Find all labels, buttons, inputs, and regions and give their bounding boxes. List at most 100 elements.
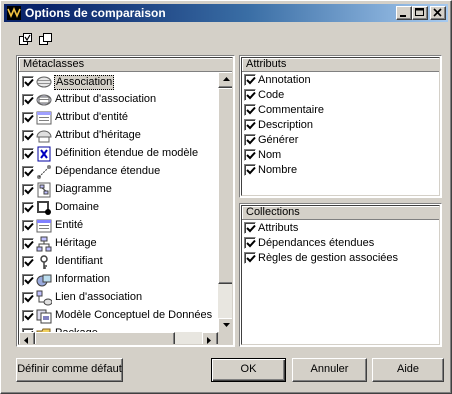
metaclass-checkbox[interactable] xyxy=(22,220,34,232)
deselect-all-icon[interactable] xyxy=(39,33,53,47)
metaclasses-hscrollbar[interactable] xyxy=(19,332,218,344)
metaclass-checkbox[interactable] xyxy=(22,274,34,286)
metaclass-checkbox[interactable] xyxy=(22,184,34,196)
scroll-right-button[interactable] xyxy=(202,332,218,344)
hscroll-thumb[interactable] xyxy=(35,332,175,344)
metaclass-label: Lien d'association xyxy=(55,291,143,303)
metaclass-label: Attribut d'entité xyxy=(55,111,129,123)
check-icon xyxy=(24,150,34,159)
check-icon xyxy=(24,222,34,231)
metaclass-checkbox[interactable] xyxy=(22,94,34,106)
attribute-checkbox[interactable] xyxy=(244,89,256,101)
metaclass-checkbox[interactable] xyxy=(22,130,34,142)
collections-header: Collections xyxy=(242,206,439,220)
scroll-corner xyxy=(218,332,232,344)
dialog-window: Options de comparaison Métaclasses Assoc… xyxy=(0,0,452,394)
metaclass-checkbox[interactable] xyxy=(22,310,34,322)
metaclass-checkbox[interactable] xyxy=(22,76,34,88)
metaclass-checkbox[interactable] xyxy=(22,256,34,268)
association-icon xyxy=(36,76,52,88)
attribute-checkbox[interactable] xyxy=(244,164,256,176)
check-icon xyxy=(24,312,34,321)
attribute-checkbox[interactable] xyxy=(244,74,256,86)
identifier-icon xyxy=(40,255,48,269)
metaclass-label: Information xyxy=(55,273,111,285)
attribute-label: Description xyxy=(258,119,314,131)
inheritance-attribute-icon xyxy=(36,130,52,143)
association-link-icon xyxy=(36,290,52,306)
check-icon xyxy=(24,168,34,177)
attributes-header: Attributs xyxy=(242,58,439,72)
attribute-label: Code xyxy=(258,89,285,101)
check-icon xyxy=(246,136,256,145)
collection-checkbox[interactable] xyxy=(244,222,256,234)
minimize-button[interactable] xyxy=(396,6,412,20)
metaclass-label: Modèle Conceptuel de Données xyxy=(55,309,213,321)
extended-model-definition-icon xyxy=(37,146,51,162)
domain-icon xyxy=(37,201,51,215)
arrow-down-icon xyxy=(223,323,230,327)
arrow-right-icon xyxy=(207,337,211,344)
check-icon xyxy=(24,132,34,141)
check-icon xyxy=(246,151,256,160)
maximize-icon xyxy=(415,8,424,16)
metaclass-checkbox[interactable] xyxy=(22,112,34,124)
metaclass-checkbox[interactable] xyxy=(22,166,34,178)
scroll-thumb[interactable] xyxy=(218,88,232,284)
metaclass-checkbox[interactable] xyxy=(22,292,34,304)
check-icon xyxy=(246,166,256,175)
metaclass-label: Définition étendue de modèle xyxy=(55,147,199,159)
conceptual-data-model-icon xyxy=(36,309,52,324)
arrow-up-icon xyxy=(223,77,230,81)
metaclass-checkbox[interactable] xyxy=(22,148,34,160)
inheritance-icon xyxy=(36,236,52,252)
information-icon xyxy=(36,274,52,287)
attribute-label: Nom xyxy=(258,149,282,161)
entity-icon xyxy=(36,219,52,233)
close-button[interactable] xyxy=(430,6,446,20)
collection-label: Dépendances étendues xyxy=(258,237,375,249)
metaclass-label: Identifiant xyxy=(55,255,103,267)
association-attribute-icon xyxy=(36,94,52,106)
metaclass-checkbox[interactable] xyxy=(22,202,34,214)
check-icon xyxy=(24,204,34,213)
check-icon xyxy=(246,76,256,85)
check-icon xyxy=(24,276,34,285)
help-button[interactable]: Aide xyxy=(372,358,444,382)
check-icon xyxy=(24,258,34,267)
select-all-icon[interactable] xyxy=(19,33,33,47)
check-icon xyxy=(246,239,256,248)
metaclass-label: Entité xyxy=(55,219,84,231)
check-icon xyxy=(24,240,34,249)
collection-label: Règles de gestion associées xyxy=(258,252,399,264)
check-icon xyxy=(24,114,34,123)
metaclass-label: Attribut d'héritage xyxy=(55,129,141,141)
scroll-up-button[interactable] xyxy=(218,72,232,88)
metaclass-checkbox[interactable] xyxy=(22,238,34,250)
close-icon xyxy=(433,8,442,17)
window-title: Options de comparaison xyxy=(25,6,166,20)
arrow-left-icon xyxy=(24,337,28,344)
app-icon xyxy=(7,6,21,20)
collection-checkbox[interactable] xyxy=(244,252,256,264)
metaclass-label: Diagramme xyxy=(55,183,112,195)
cancel-button[interactable]: Annuler xyxy=(292,358,367,382)
attribute-checkbox[interactable] xyxy=(244,119,256,131)
collection-checkbox[interactable] xyxy=(244,237,256,249)
check-icon xyxy=(24,186,34,195)
diagram-icon xyxy=(37,182,51,198)
check-icon xyxy=(24,96,34,105)
ok-button[interactable]: OK xyxy=(211,358,286,382)
check-icon xyxy=(246,91,256,100)
scroll-left-button[interactable] xyxy=(19,332,35,344)
collection-label: Attributs xyxy=(258,222,299,234)
entity-attribute-icon xyxy=(36,111,52,125)
set-default-button[interactable]: Définir comme défaut xyxy=(16,358,123,382)
attribute-checkbox[interactable] xyxy=(244,104,256,116)
title-bar[interactable]: Options de comparaison xyxy=(4,4,448,22)
attribute-checkbox[interactable] xyxy=(244,149,256,161)
attributes-panel: Attributs Annotation Code Commentaire Descr… xyxy=(239,55,442,198)
metaclasses-vscrollbar[interactable] xyxy=(218,72,232,334)
maximize-button[interactable] xyxy=(412,6,428,20)
attribute-checkbox[interactable] xyxy=(244,134,256,146)
